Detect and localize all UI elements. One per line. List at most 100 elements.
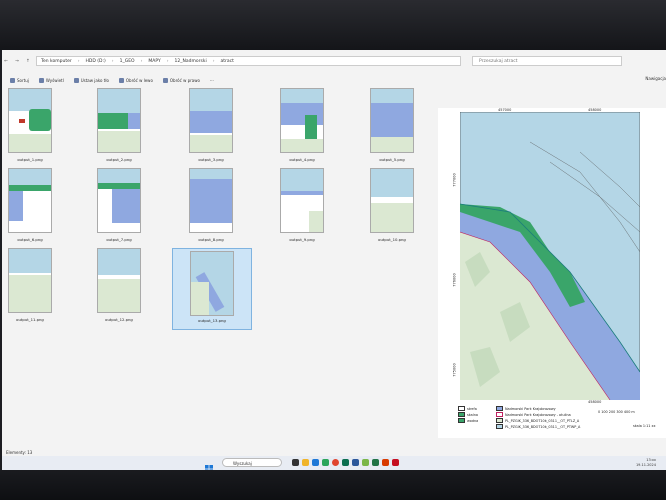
thumbnail-item[interactable]: output_10.png [364, 168, 420, 246]
thumbnail-item[interactable]: output_1.png [2, 88, 58, 166]
breadcrumb-separator: › [77, 58, 80, 64]
map-image [460, 112, 640, 400]
rotate-left-button[interactable]: Obróć w lewo [118, 77, 153, 83]
legend-entry: Nadmorski Park Krajobrazowy [496, 406, 556, 411]
legend-swatch [496, 424, 503, 429]
view-label: Wyświetl [45, 77, 64, 83]
legend-label: PL_PZGIK_336_BDOT10k_0311__OT_PTLZ_A [505, 418, 580, 423]
file-name: output_1.png [17, 157, 43, 162]
up-arrow-icon[interactable]: ↑ [24, 59, 32, 64]
back-arrow-icon[interactable]: ← [2, 59, 10, 64]
breadcrumb-item[interactable]: 12_Nadmorski [175, 59, 207, 64]
breadcrumb-item[interactable]: HDD (D:) [86, 59, 106, 64]
taskbar-search[interactable]: Wyszukaj [222, 458, 282, 467]
legend-swatch [496, 406, 503, 411]
set-background-button[interactable]: Ustaw jako tło [73, 77, 109, 83]
breadcrumb[interactable]: Ten komputer › HDD (D:) › 1_GEO › MAPY › 12_… [36, 56, 461, 66]
thumbnail-item[interactable]: output_2.png [91, 88, 147, 166]
coord-label: 776000 [452, 273, 457, 287]
more-options-button[interactable]: ··· [210, 78, 214, 83]
map-thumbnail [8, 88, 52, 153]
view-icon [38, 77, 44, 83]
map-thumbnail [280, 168, 324, 233]
thumbnail-item[interactable]: output_5.png [364, 88, 420, 166]
file-name: output_3.png [198, 157, 224, 162]
file-name: output_13.png [198, 318, 226, 323]
chrome-icon[interactable] [332, 459, 339, 466]
legend-swatch [458, 412, 465, 417]
taskbar: Wyszukaj 13:xx 19.11.2024 [2, 450, 666, 470]
breadcrumb-item[interactable]: 1_GEO [120, 59, 135, 64]
forward-arrow-icon[interactable]: → [13, 59, 21, 64]
word-icon[interactable] [352, 459, 359, 466]
thumbnail-item[interactable]: output_7.png [91, 168, 147, 246]
coord-label: 775000 [452, 363, 457, 377]
breadcrumb-separator: › [212, 58, 215, 64]
file-explorer-icon[interactable] [302, 459, 309, 466]
file-name: output_12.png [105, 317, 133, 322]
legend-entry: wodna [458, 418, 478, 423]
legend-label: skalna [467, 412, 478, 417]
rotate-left-icon [118, 77, 124, 83]
legend-swatch [458, 406, 465, 411]
command-bar: Sortuj Wyświetl Ustaw jako tło Obróć w l… [2, 74, 666, 86]
thumbnail-item[interactable]: output_3.png [183, 88, 239, 166]
app-icon[interactable] [322, 459, 329, 466]
system-clock[interactable]: 13:xx 19.11.2024 [636, 458, 656, 467]
thumbnail-item-selected[interactable]: output_13.png [172, 248, 252, 330]
legend-label: wodna [467, 418, 479, 423]
map-thumbnail [97, 168, 141, 233]
map-thumbnail [8, 168, 52, 233]
scale-note-label: skala 1:11 xx [633, 424, 656, 428]
rotate-right-label: Obróć w prawo [169, 77, 200, 83]
legend-swatch [496, 412, 503, 417]
breadcrumb-item[interactable]: Ten komputer [41, 59, 72, 64]
thumbnail-item[interactable]: output_9.png [274, 168, 330, 246]
monitor-bezel-bottom [0, 470, 666, 500]
file-name: output_6.png [17, 237, 43, 242]
breadcrumb-separator: › [111, 58, 114, 64]
file-name: output_7.png [106, 237, 132, 242]
sort-button[interactable]: Sortuj [10, 77, 29, 83]
view-button[interactable]: Wyświetl [38, 77, 64, 83]
breadcrumb-separator: › [166, 58, 169, 64]
breadcrumb-item[interactable]: atract [221, 59, 234, 64]
legend-swatch [496, 418, 503, 423]
legend-label: Nadmorski Park Krajobrazowy - otulina [505, 412, 571, 417]
rotate-left-label: Obróć w lewo [125, 77, 153, 83]
app-icon[interactable] [392, 459, 399, 466]
task-view-icon[interactable] [292, 459, 299, 466]
file-name: output_5.png [379, 157, 405, 162]
map-legend: strefa skalna wodna Nadmorski Park Krajo… [458, 398, 658, 433]
app-icon[interactable] [342, 459, 349, 466]
map-thumbnail [370, 88, 414, 153]
scale-bar-label: 0 100 200 300 400 m [598, 410, 635, 414]
thumbnail-grid: output_1.png output_2.png output_3.png o… [2, 88, 422, 438]
thumbnail-item[interactable]: output_11.png [2, 248, 58, 326]
thumbnail-item[interactable]: output_6.png [2, 168, 58, 246]
map-thumbnail [280, 88, 324, 153]
qgis-icon[interactable] [362, 459, 369, 466]
file-name: output_9.png [289, 237, 315, 242]
navigation-pane-button[interactable]: Nawigacja [645, 76, 666, 81]
search-input[interactable]: Przeszukaj atract [472, 56, 622, 66]
scale-note: skala 1:11 xx [633, 424, 656, 428]
thumbnail-item[interactable]: output_12.png [91, 248, 147, 326]
edge-icon[interactable] [312, 459, 319, 466]
file-name: output_4.png [289, 157, 315, 162]
rotate-right-button[interactable]: Obróć w prawo [162, 77, 200, 83]
breadcrumb-item[interactable]: MAPY [148, 59, 160, 64]
file-explorer-window: ← → ↑ Ten komputer › HDD (D:) › 1_GEO › MAP… [2, 50, 666, 470]
thumbnail-item[interactable]: output_4.png [274, 88, 330, 166]
breadcrumb-separator: › [140, 58, 143, 64]
map-thumbnail [97, 248, 141, 313]
windows-start-icon[interactable] [205, 458, 213, 470]
monitor-bezel-top [0, 0, 666, 50]
legend-entry: Nadmorski Park Krajobrazowy - otulina [496, 412, 571, 417]
excel-icon[interactable] [372, 459, 379, 466]
wallpaper-icon [73, 77, 79, 83]
thumbnail-item[interactable]: output_8.png [183, 168, 239, 246]
map-thumbnail [8, 248, 52, 313]
file-name: output_2.png [106, 157, 132, 162]
app-icon[interactable] [382, 459, 389, 466]
